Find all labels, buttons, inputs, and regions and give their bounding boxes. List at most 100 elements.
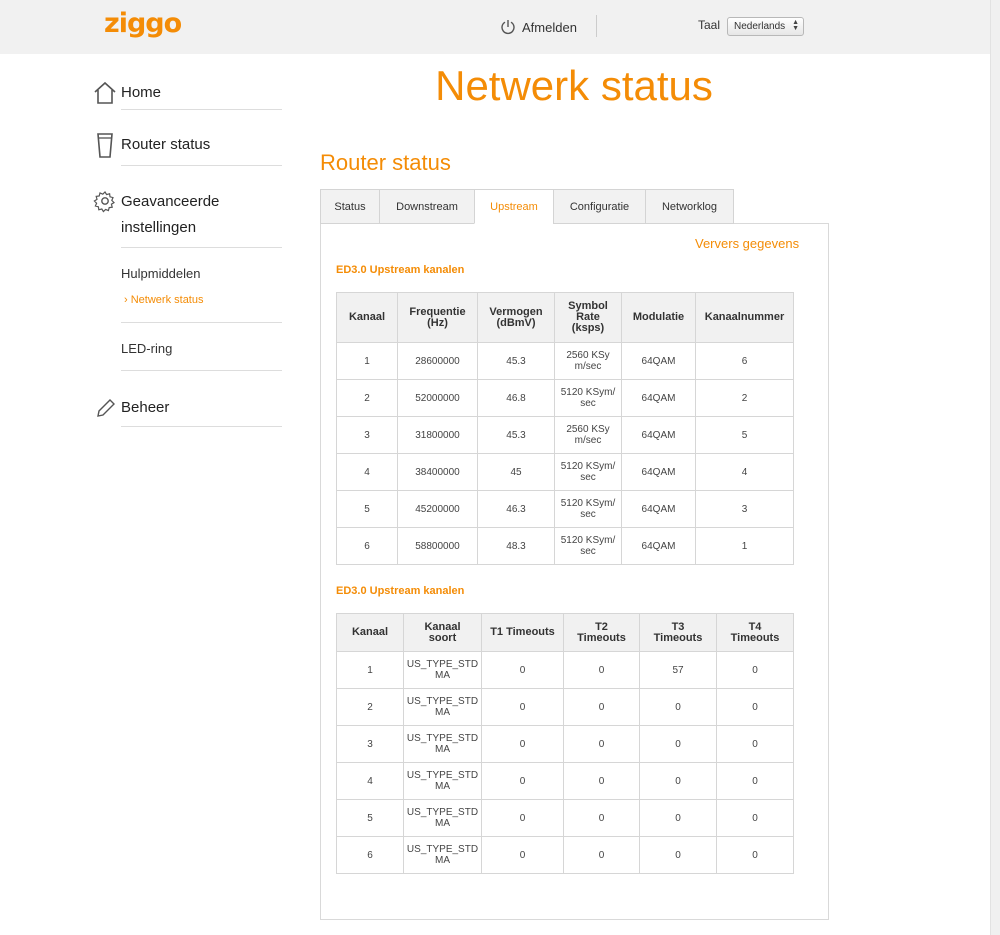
table-cell: 46.8 — [477, 379, 555, 417]
table-cell: 0 — [639, 725, 717, 763]
table-row: 6 58800000 48.3 5120 KSym/sec 64QAM 1 — [336, 527, 794, 565]
table-row: 3 31800000 45.3 2560 KSy m/sec 64QAM 5 — [336, 416, 794, 454]
cell-text: US_TYPE_STD — [406, 770, 479, 781]
cell-text: 5120 KSym/ — [560, 387, 616, 398]
upstream-channels-table: Kanaal Frequentie (Hz) Vermogen (dBmV) Symbol… — [336, 292, 794, 565]
cell-text: Kanaalnummer — [704, 311, 785, 323]
table-cell: 4 — [695, 453, 794, 491]
column-header: T4 Timeouts — [716, 613, 794, 652]
table-cell: 64QAM — [621, 453, 696, 491]
sidebar-subitem-network-status[interactable]: › Netwerk status — [124, 294, 203, 306]
table-row: 3 US_TYPE_STD MA 0 0 0 0 — [336, 725, 794, 763]
cell-text: 0 — [519, 738, 526, 750]
sidebar-divider — [121, 165, 282, 166]
sidebar-item-advanced-settings[interactable]: Geavanceerde instellingen — [93, 189, 219, 241]
cell-text: 0 — [598, 664, 605, 676]
table-cell: 1 — [695, 527, 794, 565]
table-cell: 45 — [477, 453, 555, 491]
table-row: 4 US_TYPE_STD MA 0 0 0 0 — [336, 762, 794, 800]
cell-text: Timeouts — [653, 631, 703, 644]
table-row: 1 US_TYPE_STD MA 0 0 57 0 — [336, 651, 794, 689]
cell-text: 0 — [675, 812, 681, 824]
sidebar-divider — [121, 322, 282, 323]
sidebar-item-home-label: Home — [121, 84, 162, 101]
table-cell: 5120 KSym/sec — [554, 453, 622, 491]
cell-text: 0 — [598, 812, 605, 824]
sidebar-subitem-network-status-label: Netwerk status — [130, 294, 204, 306]
table-cell: 0 — [481, 762, 564, 800]
cell-text: US_TYPE_STD — [406, 844, 479, 855]
table-cell: 1 — [336, 342, 398, 380]
cell-text: 0 — [598, 775, 605, 787]
sidebar-item-router-status[interactable]: Router status — [93, 132, 210, 158]
cell-text: 5 — [741, 429, 748, 441]
language-selected-value: Nederlands — [734, 21, 786, 32]
table-cell: 0 — [563, 651, 640, 689]
cell-text: MA — [435, 818, 450, 829]
sidebar-item-led-ring[interactable]: LED-ring — [121, 341, 172, 356]
sidebar-item-manage[interactable]: Beheer — [93, 395, 169, 421]
table-cell: 46.3 — [477, 490, 555, 528]
refresh-link[interactable]: Ververs gegevens — [695, 236, 799, 251]
tab-configuratie[interactable]: Configuratie — [553, 189, 645, 224]
logout-button[interactable]: Afmelden — [500, 16, 577, 38]
language-select[interactable]: Nederlands ▲ ▼ — [727, 17, 804, 36]
cell-text: 0 — [675, 849, 681, 861]
tab-downstream[interactable]: Downstream — [379, 189, 474, 224]
cell-text: sec — [580, 546, 596, 557]
table-cell: 5 — [695, 416, 794, 454]
cell-text: MA — [435, 855, 450, 866]
sidebar-divider — [121, 247, 282, 248]
table-cell: 5120 KSym/sec — [554, 490, 622, 528]
cell-text: sec — [580, 398, 596, 409]
sidebar-item-home[interactable]: Home — [93, 80, 161, 106]
cell-text: 0 — [675, 738, 681, 750]
ziggo-logo[interactable]: ziggo — [104, 8, 182, 39]
tab-upstream[interactable]: Upstream — [474, 189, 553, 224]
cell-text: 3 — [364, 429, 370, 441]
cell-text: 4 — [741, 466, 748, 478]
cell-text: 5120 KSym/ — [560, 461, 616, 472]
cell-text: (Hz) — [427, 316, 448, 329]
table-cell: 0 — [639, 762, 717, 800]
table-cell: 6 — [336, 527, 398, 565]
cell-text: 5 — [364, 503, 370, 515]
table-cell: 0 — [481, 688, 564, 726]
table1-title: ED3.0 Upstream kanalen — [336, 264, 465, 276]
page-title: Netwerk status — [435, 62, 713, 109]
cell-text: 64QAM — [641, 466, 676, 478]
table-cell: US_TYPE_STD MA — [403, 725, 482, 763]
cell-text: 46.8 — [506, 392, 526, 404]
scrollbar[interactable] — [990, 0, 1000, 935]
section-title: Router status — [320, 150, 451, 175]
tab-status[interactable]: Status — [320, 189, 379, 224]
cell-text: (ksps) — [571, 322, 605, 334]
column-header: Kanaalnummer — [695, 292, 794, 343]
sidebar-item-advanced-settings-label: Geavanceerde instellingen — [121, 189, 219, 241]
table-cell: 0 — [639, 688, 717, 726]
table-cell: US_TYPE_STD MA — [403, 651, 482, 689]
chevron-right-icon: › — [124, 294, 128, 306]
cell-text: US_TYPE_STD — [406, 659, 479, 670]
cell-text: 5 — [367, 812, 373, 824]
cell-text: 3 — [367, 738, 373, 750]
table-cell: 0 — [639, 836, 717, 874]
column-header: Frequentie (Hz) — [397, 292, 478, 343]
table-row: 6 US_TYPE_STD MA 0 0 0 0 — [336, 836, 794, 874]
table-cell: 2560 KSy m/sec — [554, 416, 622, 454]
cell-text: 0 — [675, 701, 681, 713]
cell-text: 0 — [675, 775, 681, 787]
tab-networklog[interactable]: Networklog — [645, 189, 734, 224]
cell-text: 1 — [367, 664, 373, 676]
table-cell: 45.3 — [477, 342, 555, 380]
table-cell: 5 — [336, 799, 404, 837]
table-cell: 5 — [336, 490, 398, 528]
cell-text: m/sec — [574, 435, 602, 446]
upstream-timeouts-table: Kanaal Kanaal soort T1 Timeouts T2 Timeouts T3… — [336, 613, 794, 874]
cell-text: 0 — [598, 849, 605, 861]
table-cell: 64QAM — [621, 379, 696, 417]
column-header: Kanaal — [336, 613, 404, 652]
sidebar-divider — [121, 370, 282, 371]
sidebar-subitem-tools[interactable]: Hulpmiddelen — [121, 266, 201, 281]
cell-text: 31800000 — [415, 429, 460, 441]
